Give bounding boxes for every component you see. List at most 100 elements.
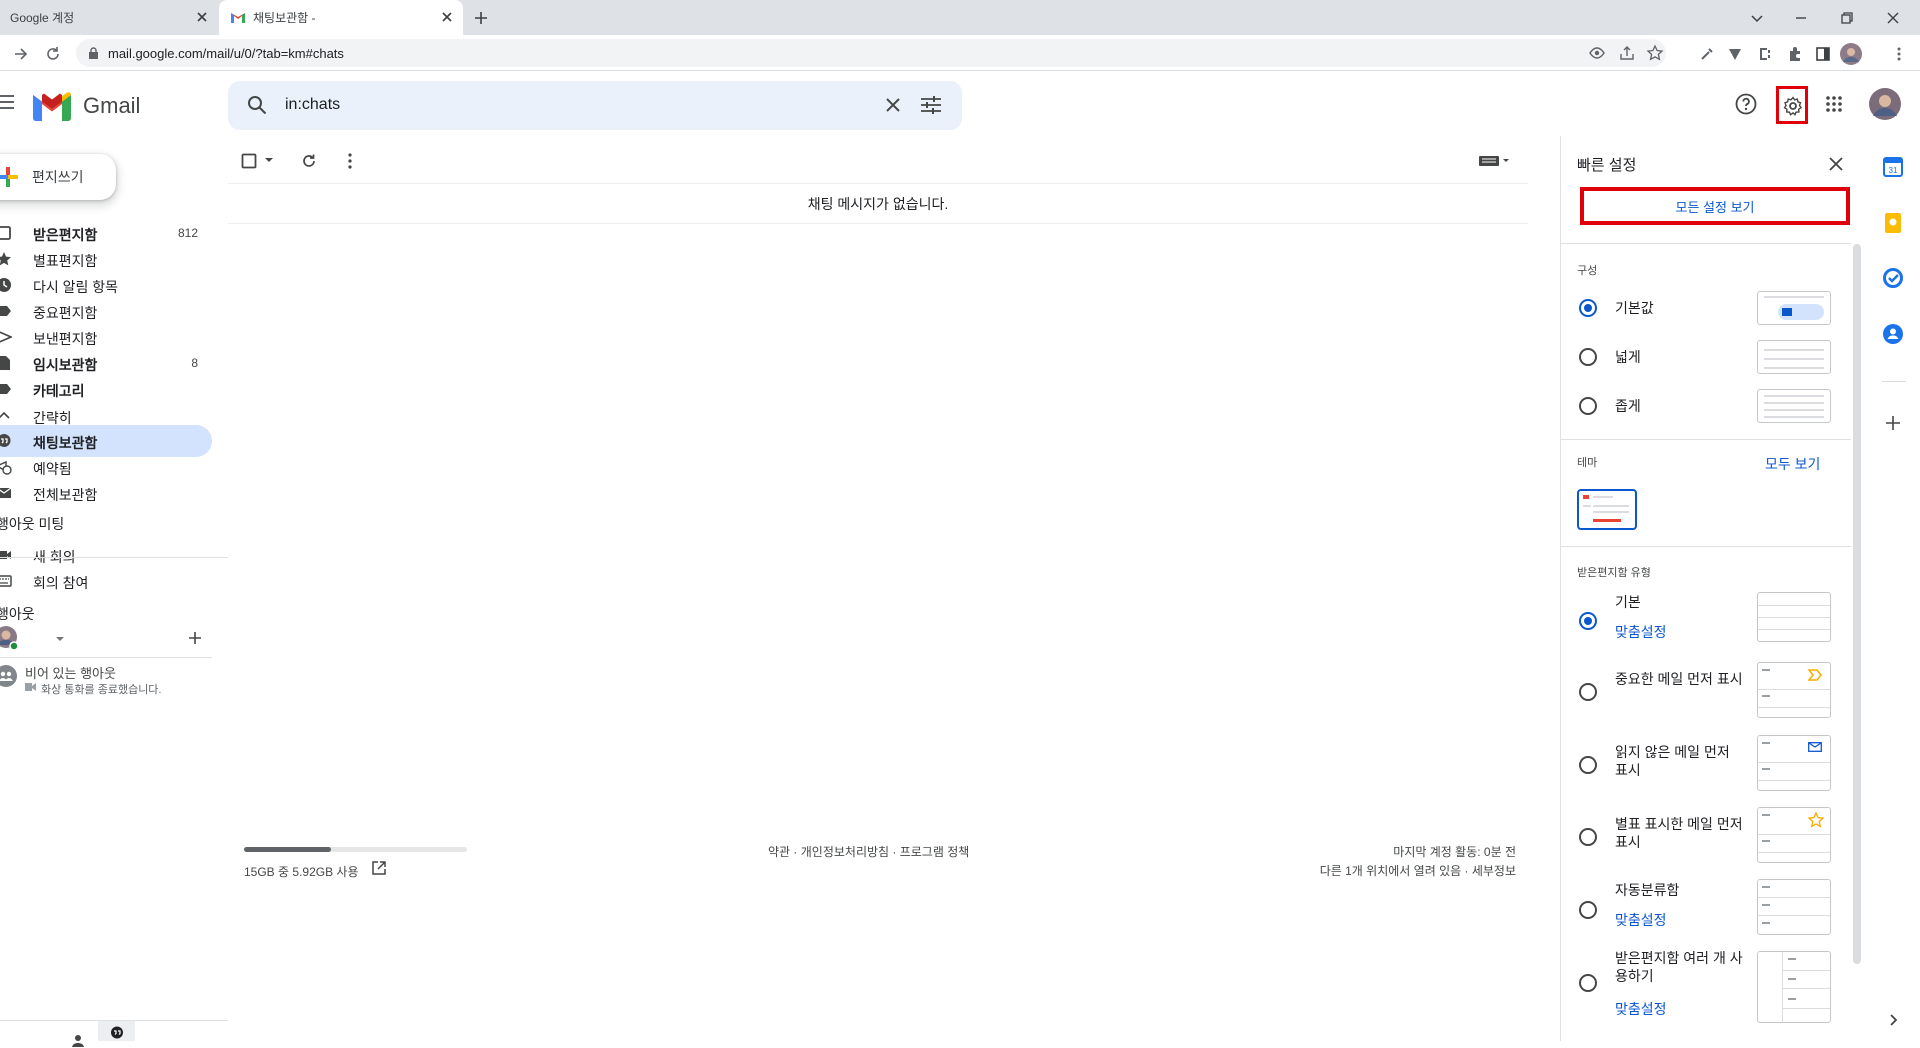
profile-avatar[interactable] bbox=[1840, 43, 1862, 65]
extensions-puzzle-icon[interactable] bbox=[1786, 45, 1804, 63]
other-locations-details[interactable]: 다른 1개 위치에서 열려 있음 · 세부정보 bbox=[1320, 862, 1516, 879]
side-panel-icon[interactable] bbox=[1814, 45, 1832, 63]
nav-item-join-meeting[interactable]: 회의 참여 bbox=[0, 565, 212, 597]
see-all-settings-button[interactable]: 모든 설정 보기 bbox=[1580, 187, 1850, 225]
more-options-icon[interactable] bbox=[348, 153, 352, 169]
radio-button[interactable] bbox=[1579, 901, 1597, 919]
close-icon[interactable] bbox=[439, 9, 455, 25]
scrollbar[interactable] bbox=[1853, 244, 1861, 964]
theme-thumbnail-default[interactable] bbox=[1577, 489, 1637, 530]
tasks-icon[interactable] bbox=[1882, 267, 1904, 289]
chevron-up-icon bbox=[0, 408, 12, 424]
search-icon[interactable] bbox=[247, 95, 267, 115]
gmail-logo-icon[interactable] bbox=[33, 92, 71, 121]
contacts-icon[interactable] bbox=[1882, 323, 1904, 345]
clear-search-icon[interactable] bbox=[884, 96, 902, 114]
density-section-title: 구성 bbox=[1577, 265, 1598, 277]
compose-button[interactable]: 편지쓰기 bbox=[0, 154, 116, 200]
radio-button[interactable] bbox=[1579, 348, 1597, 366]
nav-item-all-mail[interactable]: 전체보관함 bbox=[0, 477, 212, 509]
apps-grid-icon[interactable] bbox=[1826, 96, 1842, 112]
radio-button[interactable] bbox=[1579, 299, 1597, 317]
divider bbox=[0, 657, 212, 658]
inbox-type-thumbnail bbox=[1757, 951, 1831, 1023]
radio-button[interactable] bbox=[1579, 756, 1597, 774]
customize-link[interactable]: 맞춤설정 bbox=[1615, 999, 1667, 1019]
expand-panel-chevron-icon[interactable] bbox=[1882, 1009, 1904, 1031]
quick-settings-panel: 빠른 설정 모든 설정 보기 구성 기본값 넓게 좁게 테마 모두 보기 받은편… bbox=[1560, 136, 1861, 1041]
search-input[interactable]: in:chats bbox=[285, 96, 340, 114]
customize-link[interactable]: 맞춤설정 bbox=[1615, 622, 1667, 642]
close-window-icon[interactable] bbox=[1882, 7, 1904, 29]
customize-link[interactable]: 맞춤설정 bbox=[1615, 910, 1667, 930]
hangouts-user-avatar[interactable] bbox=[0, 625, 20, 651]
share-icon[interactable] bbox=[1618, 44, 1636, 62]
account-avatar[interactable] bbox=[1869, 88, 1901, 120]
draft-icon bbox=[0, 355, 12, 371]
svg-text:31: 31 bbox=[1889, 166, 1898, 175]
nav-item-label: 채팅보관함 bbox=[33, 435, 98, 451]
nav-item-label: 다시 알림 항목 bbox=[33, 279, 119, 295]
radio-button[interactable] bbox=[1579, 828, 1597, 846]
storage-bar-fill bbox=[244, 847, 331, 852]
radio-button[interactable] bbox=[1579, 612, 1597, 630]
restore-icon[interactable] bbox=[1836, 7, 1858, 29]
tab-gmail-chats[interactable]: 채팅보관함 - bbox=[219, 0, 463, 35]
tab-google-account[interactable]: Google 계정 bbox=[0, 0, 218, 35]
keep-icon[interactable] bbox=[1882, 212, 1904, 234]
hangouts-section-title: 행아웃 bbox=[0, 606, 35, 622]
main-menu-icon[interactable] bbox=[0, 94, 14, 110]
forward-icon[interactable] bbox=[12, 45, 30, 63]
inbox-icon bbox=[0, 225, 12, 241]
eyedropper-icon[interactable] bbox=[1698, 45, 1716, 63]
chevron-down-icon[interactable] bbox=[1746, 7, 1768, 29]
bookmark-star-icon[interactable] bbox=[1646, 44, 1664, 62]
address-bar[interactable]: mail.google.com/mail/u/0/?tab=km#chats bbox=[76, 39, 1666, 67]
select-dropdown-icon[interactable] bbox=[265, 158, 273, 163]
footer-links[interactable]: 약관 · 개인정보처리방침 · 프로그램 정책 bbox=[768, 843, 969, 860]
keyboard-icon bbox=[0, 573, 12, 589]
tab-title: Google 계정 bbox=[10, 11, 75, 25]
extension-c-icon[interactable] bbox=[1756, 45, 1774, 63]
theme-view-all-link[interactable]: 모두 보기 bbox=[1765, 454, 1820, 474]
extension-v-icon[interactable] bbox=[1726, 45, 1744, 63]
side-apps-panel: 31 bbox=[1868, 136, 1920, 1041]
minimize-icon[interactable] bbox=[1790, 7, 1812, 29]
nav-item-label: 중요편지함 bbox=[33, 305, 98, 321]
radio-button[interactable] bbox=[1579, 683, 1597, 701]
settings-button[interactable] bbox=[1776, 86, 1808, 124]
scheduled-icon bbox=[0, 459, 12, 475]
gear-icon[interactable] bbox=[1783, 96, 1803, 116]
select-all-checkbox[interactable] bbox=[241, 153, 257, 169]
refresh-icon[interactable] bbox=[301, 153, 317, 169]
important-marker-icon bbox=[1808, 669, 1822, 681]
caret-down-icon[interactable] bbox=[55, 636, 65, 642]
url-text: mail.google.com/mail/u/0/?tab=km#chats bbox=[108, 45, 344, 61]
nav-item-label: 회의 참여 bbox=[33, 575, 89, 591]
add-addon-icon[interactable] bbox=[1882, 412, 1904, 434]
browser-tab-strip: Google 계정 채팅보관함 - bbox=[0, 0, 1920, 35]
open-external-icon[interactable] bbox=[372, 861, 386, 875]
menu-dots-icon[interactable] bbox=[1890, 45, 1908, 63]
add-hangout-icon[interactable] bbox=[188, 631, 202, 645]
star-icon bbox=[0, 251, 12, 267]
contacts-person-icon[interactable] bbox=[71, 1034, 85, 1048]
radio-button[interactable] bbox=[1579, 974, 1597, 992]
hangouts-tab[interactable] bbox=[98, 1021, 135, 1041]
search-bar[interactable]: in:chats bbox=[228, 81, 962, 130]
search-options-icon[interactable] bbox=[921, 96, 941, 114]
nav-item-label: 임시보관함 bbox=[33, 357, 98, 373]
eye-icon[interactable] bbox=[1588, 44, 1606, 62]
chat-bubble-icon bbox=[110, 1026, 124, 1040]
meet-section-title: 행아웃 미팅 bbox=[0, 516, 65, 532]
help-icon[interactable] bbox=[1735, 93, 1757, 115]
inbox-type-section-title: 받은편지함 유형 bbox=[1577, 567, 1651, 579]
nav-item-label: 별표편지함 bbox=[33, 253, 98, 269]
input-tools-keyboard-icon[interactable] bbox=[1479, 156, 1509, 166]
calendar-icon[interactable]: 31 bbox=[1882, 156, 1904, 178]
new-tab-icon[interactable] bbox=[470, 7, 492, 29]
close-icon[interactable] bbox=[1829, 157, 1843, 171]
close-icon[interactable] bbox=[194, 9, 210, 25]
radio-button[interactable] bbox=[1579, 397, 1597, 415]
reload-icon[interactable] bbox=[44, 45, 62, 63]
